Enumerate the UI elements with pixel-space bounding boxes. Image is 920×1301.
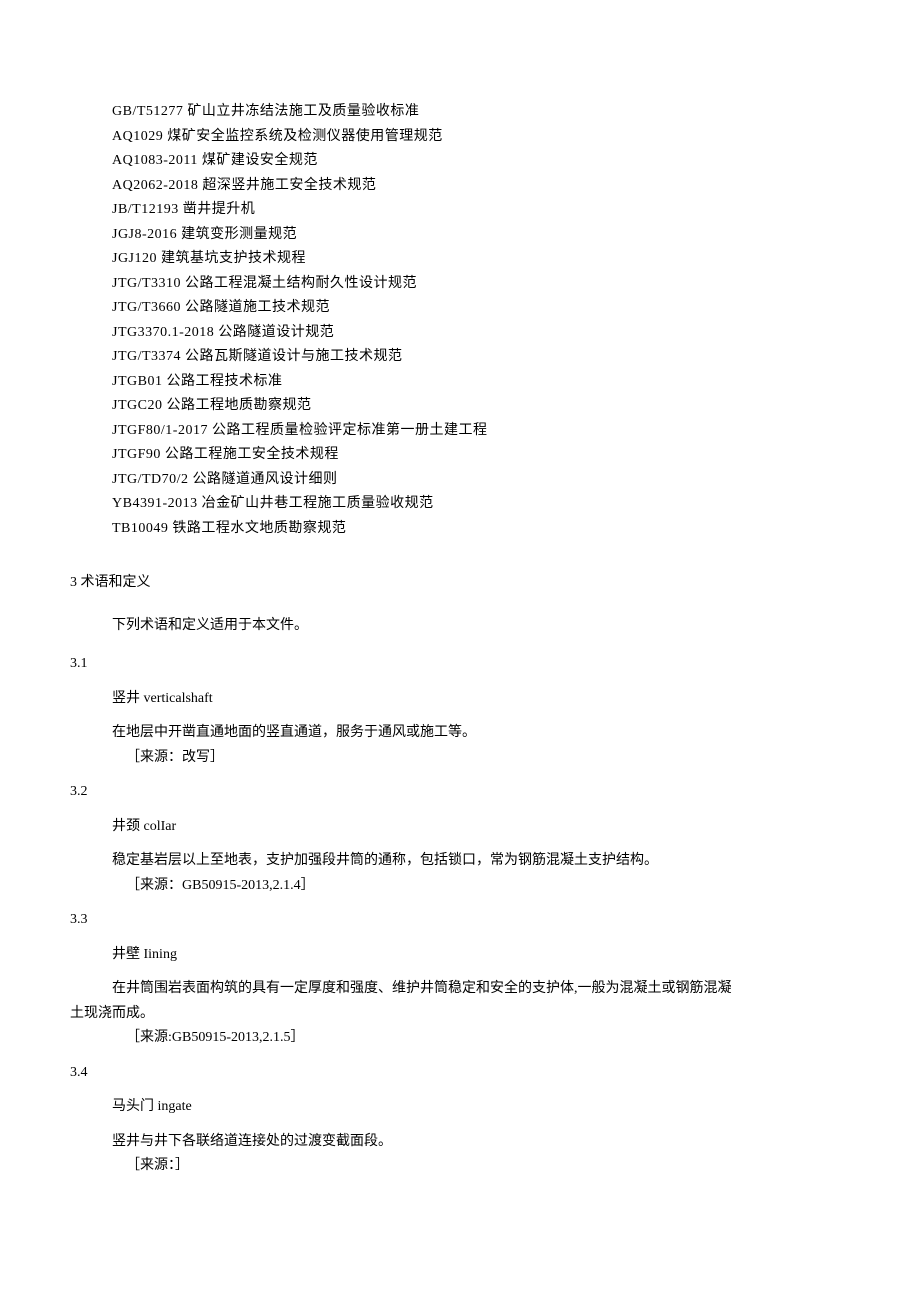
standard-item: JTG/T3310 公路工程混凝土结构耐久性设计规范 <box>112 272 850 297</box>
standard-item: JTGF80/1-2017 公路工程质量检验评定标准第一册土建工程 <box>112 419 850 444</box>
standard-item: AQ1029 煤矿安全监控系统及检测仪器使用管理规范 <box>112 125 850 150</box>
term-num-3-3: 3.3 <box>70 908 850 933</box>
term-num-3-2: 3.2 <box>70 780 850 805</box>
term-src-3-1: ［来源：改写］ <box>126 746 850 771</box>
standard-item: JTGB01 公路工程技术标准 <box>112 370 850 395</box>
standard-item: AQ2062-2018 超深竖井施工安全技术规范 <box>112 174 850 199</box>
standard-item: JTGC20 公路工程地质勘察规范 <box>112 394 850 419</box>
section-3-heading: 3 术语和定义 <box>70 571 850 596</box>
standard-item: JGJ8-2016 建筑变形测量规范 <box>112 223 850 248</box>
term-src-3-2: ［来源：GB50915-2013,2.1.4］ <box>126 874 850 899</box>
standards-list: GB/T51277 矿山立井冻结法施工及质量验收标准 AQ1029 煤矿安全监控… <box>112 100 850 541</box>
standard-item: JTG3370.1-2018 公路隧道设计规范 <box>112 321 850 346</box>
term-num-3-1: 3.1 <box>70 652 850 677</box>
standard-item: TB10049 铁路工程水文地质勘察规范 <box>112 517 850 542</box>
standard-item: JTGF90 公路工程施工安全技术规程 <box>112 443 850 468</box>
term-title-3-4: 马头门 ingate <box>112 1095 850 1120</box>
term-title-3-3: 井壁 Iining <box>112 943 850 968</box>
standard-item: AQ1083-2011 煤矿建设安全规范 <box>112 149 850 174</box>
term-def-3-4: 竖井与井下各联络道连接处的过渡变截面段。 <box>112 1130 850 1155</box>
standard-item: YB4391-2013 冶金矿山井巷工程施工质量验收规范 <box>112 492 850 517</box>
term-def-3-1: 在地层中开凿直通地面的竖直通道，服务于通风或施工等。 <box>112 721 850 746</box>
term-title-3-2: 井颈 colIar <box>112 815 850 840</box>
standard-item: JTG/T3374 公路瓦斯隧道设计与施工技术规范 <box>112 345 850 370</box>
standard-item: JTG/TD70/2 公路隧道通风设计细则 <box>112 468 850 493</box>
term-src-3-4: ［来源：］ <box>126 1154 850 1179</box>
standard-item: GB/T51277 矿山立井冻结法施工及质量验收标准 <box>112 100 850 125</box>
term-num-3-4: 3.4 <box>70 1061 850 1086</box>
term-title-3-1: 竖井 verticalshaft <box>112 687 850 712</box>
term-def-3-2: 稳定基岩层以上至地表，支护加强段井筒的通称，包括锁口，常为钢筋混凝土支护结构。 <box>112 849 850 874</box>
standard-item: JB/T12193 凿井提升机 <box>112 198 850 223</box>
standard-item: JTG/T3660 公路隧道施工技术规范 <box>112 296 850 321</box>
section-3-intro: 下列术语和定义适用于本文件。 <box>112 614 850 639</box>
term-def-3-3-line1: 在井筒围岩表面构筑的具有一定厚度和强度、维护井筒稳定和安全的支护体,一般为混凝土… <box>112 977 850 1002</box>
term-src-3-3: ［来源:GB50915-2013,2.1.5］ <box>126 1026 850 1051</box>
standard-item: JGJ120 建筑基坑支护技术规程 <box>112 247 850 272</box>
term-def-3-3-line2: 土现浇而成。 <box>70 1002 850 1027</box>
